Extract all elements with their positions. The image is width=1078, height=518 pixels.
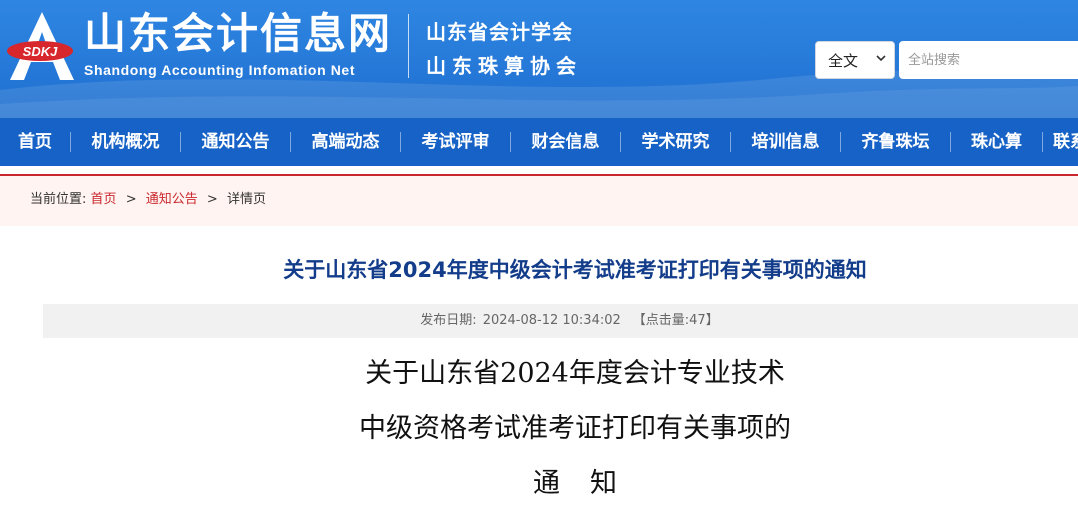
- breadcrumb-separator: >: [125, 192, 137, 207]
- nav-item-notices[interactable]: 通知公告: [181, 118, 290, 166]
- nav-item-contact[interactable]: 联系我们: [1043, 118, 1078, 166]
- article-body-line: 关于山东省2024年度会计专业技术: [365, 358, 785, 389]
- article-body-line: 中级资格考试准考证打印有关事项的: [359, 413, 791, 444]
- chevron-down-icon: [876, 55, 886, 62]
- main-nav: 首页 机构概况 通知公告 高端动态 考试评审 财会信息 学术研究 培训信息 齐鲁…: [0, 118, 1078, 166]
- logo-a-icon: SDKJ: [7, 12, 74, 80]
- article-body-heading: 通知: [533, 468, 647, 499]
- site-subtitle: Shandong Accounting Infomation Net: [84, 62, 356, 78]
- search-scope-value: 全文: [828, 51, 859, 70]
- site-title[interactable]: 山东会计信息网: [84, 8, 392, 60]
- hit-count: 【点击量:47】: [632, 313, 719, 328]
- nav-item-mental-abacus[interactable]: 珠心算: [951, 118, 1042, 166]
- breadcrumb-prefix: 当前位置:: [30, 192, 87, 207]
- breadcrumb-notices-link[interactable]: 通知公告: [146, 192, 198, 207]
- logo-badge-text: SDKJ: [23, 44, 58, 59]
- breadcrumb-separator: >: [206, 192, 218, 207]
- search-input[interactable]: [899, 41, 1078, 79]
- nav-item-abacus-forum[interactable]: 齐鲁珠坛: [841, 118, 950, 166]
- org-primary: 山东省会计学会: [426, 20, 573, 44]
- nav-item-training[interactable]: 培训信息: [731, 118, 840, 166]
- header-divider: [408, 14, 409, 78]
- breadcrumb-home-link[interactable]: 首页: [91, 192, 117, 207]
- breadcrumb: 当前位置: 首页 > 通知公告 > 详情页: [0, 174, 1078, 226]
- nav-item-about[interactable]: 机构概况: [71, 118, 180, 166]
- nav-item-news[interactable]: 高端动态: [291, 118, 400, 166]
- article-title: 关于山东省2024年度中级会计考试准考证打印有关事项的通知: [283, 258, 867, 282]
- nav-item-home[interactable]: 首页: [0, 118, 70, 166]
- publish-date-label: 发布日期:: [420, 313, 477, 328]
- search-scope-select[interactable]: 全文: [815, 41, 895, 79]
- site-logo[interactable]: SDKJ: [4, 10, 82, 82]
- article-meta: 发布日期: 2024-08-12 10:34:02 【点击量:47】: [43, 304, 1078, 338]
- org-secondary: 山东珠算协会: [426, 54, 582, 78]
- nav-item-research[interactable]: 学术研究: [621, 118, 730, 166]
- nav-item-finance[interactable]: 财会信息: [511, 118, 620, 166]
- breadcrumb-current: 详情页: [226, 192, 266, 207]
- publish-date: 2024-08-12 10:34:02: [482, 313, 621, 328]
- site-header: SDKJ 山东会计信息网 Shandong Accounting Infomat…: [0, 0, 1078, 118]
- nav-item-exams[interactable]: 考试评审: [401, 118, 510, 166]
